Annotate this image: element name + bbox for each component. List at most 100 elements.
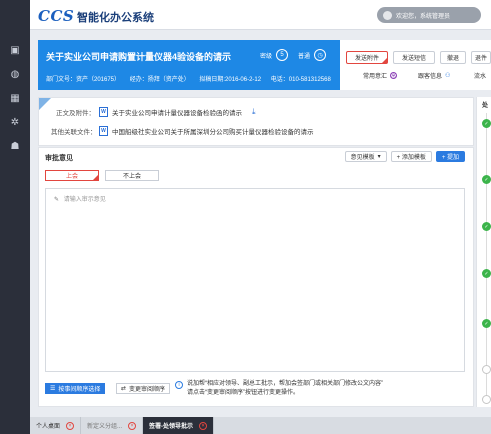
send-attachment-button[interactable]: 发送附件	[346, 51, 388, 64]
step-pending-icon	[482, 395, 491, 404]
approval-card: 审批意见 意见模板 ▾ + 添加模板 + 提加 上会 不上会 ✎ 请输入审示意见…	[38, 147, 474, 407]
step-done-icon: ✓	[482, 319, 491, 328]
change-order-button[interactable]: ⇄ 变更审阅顺序	[116, 383, 171, 394]
document-title: 关于实业公司申请购置计量仪器4验设备的请示	[46, 52, 232, 62]
add-button[interactable]: + 提加	[435, 151, 465, 162]
meta-agent: 经办：扬拜（资产处）	[129, 77, 190, 83]
list-icon: ☰	[50, 386, 56, 392]
hint-line-1: 说加帮“相应对领导、副总工批示，帮加会签部门或相关部门修改公文内容”	[187, 381, 383, 387]
flow-label: 流水	[474, 74, 487, 80]
download-icon[interactable]: ⤓	[252, 107, 256, 117]
left-nav: ▣ ◍ ▦ ✲ ☗	[0, 0, 30, 434]
close-icon[interactable]: ×	[66, 421, 75, 430]
change-order-label: 变更审阅顺序	[129, 387, 166, 393]
document-header: 关于实业公司申请购置计量仪器4验设备的请示 密级 5 普通 ◷ 部门文号：资产（…	[38, 40, 340, 90]
other-attachment-label: 其他关联文件：	[51, 129, 97, 136]
word-file-icon: W	[99, 107, 108, 117]
withdraw-button[interactable]: 撤退	[440, 51, 466, 64]
option-disagree-label: 不上会	[122, 174, 141, 180]
chevron-down-icon: ▾	[377, 154, 381, 160]
withdraw-label: 撤退	[446, 56, 459, 62]
other-attachment-row: 其他关联文件： W 中国船级社实业公司关于所属深圳分公司购买计量仪器检验设备的请…	[51, 126, 314, 136]
step-done-icon: ✓	[482, 222, 491, 231]
process-timeline: 处 ✓ ✓ ✓ ✓ ✓	[476, 97, 491, 407]
avatar	[383, 10, 392, 20]
opinion-placeholder: 请输入审示意见	[63, 197, 106, 203]
tracking-info-link[interactable]: 跟客信息 ⚇	[418, 71, 450, 80]
select-by-order-label: 按事间顺序选择	[58, 387, 101, 393]
top-bar: CCS 智能化办公系统 欢迎您，系统管理员	[30, 0, 491, 30]
card-ribbon	[39, 98, 51, 110]
tab-signing[interactable]: 签署-处领导批示 ×	[143, 417, 215, 434]
monitor-icon[interactable]: ▣	[0, 38, 30, 62]
flow-link[interactable]: 流水	[474, 71, 486, 80]
opinion-textarea[interactable]: ✎ 请输入审示意见	[45, 188, 465, 372]
word-file-icon: W	[99, 126, 108, 136]
tab-signing-label: 签署-处领导批示	[149, 424, 194, 430]
people-icon: ⚇	[445, 73, 451, 79]
user-menu[interactable]: 欢迎您，系统管理员	[377, 7, 481, 23]
common-opinion-icon: 常	[390, 72, 398, 79]
approval-hint: i 说加帮“相应对领导、副总工批示，帮加会签部门或相关部门修改公文内容” 请点击…	[175, 380, 383, 398]
common-opinion-label: 常用意汇	[363, 74, 388, 80]
document-tags: 密级 5 普通 ◷	[260, 49, 326, 61]
selected-corner-icon	[382, 58, 387, 63]
send-sms-button[interactable]: 发送短信	[393, 51, 435, 64]
meta-dept: 部门文号：资产（201675）	[46, 77, 121, 83]
hint-line-2: 请点击“变更审阅顺序”按钮进行变更操作。	[187, 390, 299, 396]
meta-phone: 电话：010-581312568	[270, 77, 331, 83]
approval-toolbar: 意见模板 ▾ + 添加模板 + 提加	[344, 151, 465, 162]
action-panel: 发送附件 发送短信 撤退 退件	[340, 40, 491, 90]
tab-desktop-label: 个人桌面	[36, 424, 61, 430]
tab-custom-group[interactable]: 新定义分组... ×	[81, 417, 144, 434]
gear-icon[interactable]: ✲	[0, 110, 30, 134]
close-icon[interactable]: ×	[128, 421, 137, 430]
org-icon[interactable]: ▦	[0, 86, 30, 110]
palette-icon[interactable]: ◍	[0, 62, 30, 86]
document-meta: 部门文号：资产（201675） 经办：扬拜（资产处） 拟稿日期:2016-06-…	[46, 74, 339, 83]
user-greeting: 欢迎您，系统管理员	[396, 13, 451, 20]
send-sms-label: 发送短信	[401, 56, 426, 62]
main-attachment-file[interactable]: 关于实业公司申请计量仪器设备检验函的请示	[112, 107, 242, 117]
main-attachment-label: 正文及附件：	[56, 110, 95, 117]
option-agree[interactable]: 上会	[45, 170, 99, 181]
user-gear-icon[interactable]: ☗	[0, 134, 30, 158]
return-button[interactable]: 退件	[471, 51, 491, 64]
return-label: 退件	[474, 56, 487, 62]
step-done-icon: ✓	[482, 119, 491, 128]
close-icon[interactable]: ×	[199, 421, 208, 430]
step-done-icon: ✓	[482, 175, 491, 184]
swap-icon: ⇄	[121, 386, 127, 392]
tab-custom-group-label: 新定义分组...	[87, 424, 123, 430]
send-attachment-label: 发送附件	[354, 56, 379, 62]
timeline-title: 处	[482, 103, 489, 109]
meta-date: 拟稿日期:2016-06-2-12	[199, 77, 262, 83]
pencil-icon: ✎	[54, 197, 60, 203]
secret-level-label: 密级	[259, 53, 272, 60]
secret-level-icon: 5	[275, 49, 288, 61]
tab-desktop[interactable]: 个人桌面 ×	[30, 417, 82, 434]
info-icon: i	[175, 381, 183, 389]
app-logo: CCS	[38, 7, 75, 25]
main-attachment-row: 正文及附件： W 关于实业公司申请计量仪器设备检验函的请示 ⤓	[51, 107, 256, 117]
opinion-template-select[interactable]: 意见模板 ▾	[344, 151, 387, 162]
clock-icon: ◷	[314, 49, 326, 61]
common-opinion-link[interactable]: 常用意汇 常	[363, 71, 398, 80]
opinion-template-label: 意见模板	[350, 155, 375, 161]
select-by-order-button[interactable]: ☰ 按事间顺序选择	[45, 383, 106, 394]
step-done-icon: ✓	[482, 269, 491, 278]
nav-logo-cell	[0, 0, 30, 30]
attachments-card: 正文及附件： W 关于实业公司申请计量仪器设备检验函的请示 ⤓ 其他关联文件： …	[38, 97, 474, 146]
add-template-button[interactable]: + 添加模板	[390, 151, 432, 162]
tracking-info-label: 跟客信息	[418, 74, 443, 80]
approval-header: 审批意见	[45, 155, 73, 162]
option-agree-label: 上会	[65, 174, 78, 180]
selected-corner-icon	[93, 175, 98, 180]
priority-label: 普通	[297, 53, 310, 60]
app-name: 智能化办公系统	[77, 12, 154, 24]
option-disagree[interactable]: 不上会	[105, 170, 159, 181]
window-tabs: 个人桌面 × 新定义分组... × 签署-处领导批示 ×	[30, 417, 491, 434]
timeline-line	[486, 113, 487, 403]
step-pending-icon	[482, 365, 491, 374]
other-attachment-file[interactable]: 中国船级社实业公司关于所属深圳分公司购买计量仪器检验设备的请示	[112, 126, 314, 136]
